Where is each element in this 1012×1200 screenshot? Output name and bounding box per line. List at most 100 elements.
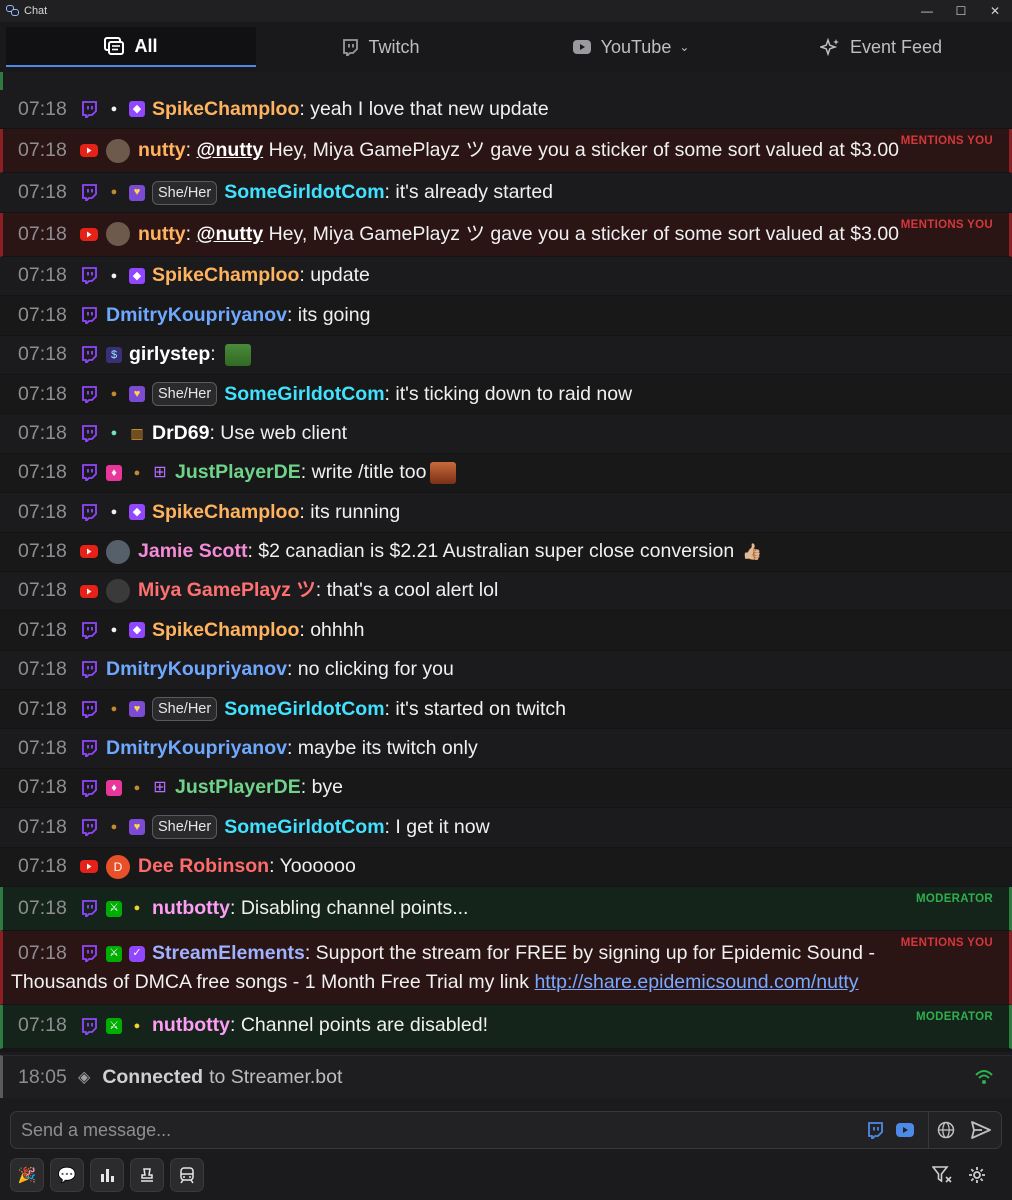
message-link[interactable]: http://share.epidemicsound.com/nutty: [534, 971, 858, 993]
chat-message[interactable]: 07:18 ● ◆ SpikeChamploo: update: [0, 256, 1012, 297]
chat-message[interactable]: 07:18 Jamie Scott: $2 canadian is $2.21 A…: [0, 532, 1012, 572]
tab-all[interactable]: All: [6, 27, 256, 67]
send-to-twitch-toggle[interactable]: [860, 1121, 890, 1139]
verified-badge-icon[interactable]: ✓: [129, 945, 145, 962]
chat-message[interactable]: MODERATOR 07:18 ⚔ ● nutbotty: Channel points…: [0, 1004, 1012, 1049]
username[interactable]: DmitryKoupriyanov: [106, 301, 287, 330]
chat-message[interactable]: 07:18 $ girlystep:: [0, 335, 1012, 375]
username[interactable]: nutty: [138, 220, 186, 249]
gem-badge-icon[interactable]: ♦: [106, 464, 122, 481]
chat-bubble-button[interactable]: 💬: [50, 1158, 84, 1192]
username[interactable]: SpikeChamploo: [152, 498, 299, 527]
username[interactable]: SomeGirldotCom: [224, 380, 384, 409]
gift-badge-icon[interactable]: ⊞: [152, 779, 168, 796]
heart-badge-icon[interactable]: ♥: [129, 701, 145, 718]
username[interactable]: JustPlayerDE: [175, 458, 301, 487]
username[interactable]: SomeGirldotCom: [224, 813, 384, 842]
acorn-badge-icon[interactable]: ●: [129, 901, 145, 917]
username[interactable]: girlystep: [129, 340, 210, 369]
gear-icon[interactable]: [968, 1166, 986, 1184]
chat-message-list[interactable]: 07:18 ● ◆ SpikeChamploo: yeah I love that n…: [0, 72, 1012, 1052]
message-input[interactable]: [11, 1112, 860, 1148]
gem-badge-icon[interactable]: ♦: [106, 780, 122, 797]
acorn-badge-icon[interactable]: ●: [106, 701, 122, 717]
heart-badge-icon[interactable]: ♥: [129, 386, 145, 403]
close-button[interactable]: ✕: [978, 0, 1012, 22]
username[interactable]: SomeGirldotCom: [224, 695, 384, 724]
acorn-badge-icon[interactable]: ●: [106, 268, 122, 284]
chat-message[interactable]: 07:18 DmitryKoupriyanov: no clicking for …: [0, 650, 1012, 691]
heart-badge-icon[interactable]: ♥: [129, 184, 145, 201]
username[interactable]: DrD69: [152, 419, 209, 448]
chat-message[interactable]: MENTIONS YOU 07:18 ⚔ ✓ StreamElements: Suppo…: [0, 931, 1012, 1005]
acorn-badge-icon[interactable]: ●: [106, 819, 122, 835]
username[interactable]: SpikeChamploo: [152, 95, 299, 124]
acorn-badge-icon[interactable]: ●: [106, 101, 122, 117]
chat-message[interactable]: 07:18 ● ♥ She/Her SomeGirldotCom: I get it n…: [0, 808, 1012, 848]
avatar[interactable]: [106, 579, 130, 604]
avatar[interactable]: [106, 222, 130, 247]
tab-twitch[interactable]: Twitch: [256, 27, 506, 67]
acorn-badge-icon[interactable]: ●: [106, 386, 122, 402]
minimize-button[interactable]: —: [910, 0, 944, 22]
avatar[interactable]: D: [106, 854, 130, 879]
avatar[interactable]: [106, 539, 130, 564]
moderator-badge-icon[interactable]: ⚔: [106, 900, 122, 917]
acorn-badge-icon[interactable]: ●: [129, 1018, 145, 1034]
username[interactable]: StreamElements: [152, 939, 305, 968]
celebration-button[interactable]: 🎉: [10, 1158, 44, 1192]
username[interactable]: SomeGirldotCom: [224, 178, 384, 207]
chat-message[interactable]: 07:18 ● ♥ She/Her SomeGirldotCom: it's ticki…: [0, 374, 1012, 415]
tab-event-feed[interactable]: Event Feed: [756, 27, 1006, 67]
acorn-badge-icon[interactable]: ●: [129, 780, 145, 796]
mention[interactable]: @nutty: [197, 223, 264, 245]
moderator-badge-icon[interactable]: ⚔: [106, 945, 122, 962]
username[interactable]: Dee Robinson: [138, 852, 269, 881]
chat-message[interactable]: 07:18 ● ◆ SpikeChamploo: yeah I love that n…: [0, 90, 1012, 130]
chat-message[interactable]: MENTIONS YOU 07:18 nutty: @nutty Hey, Miya…: [0, 212, 1012, 257]
globe-button[interactable]: [931, 1121, 961, 1139]
chat-message[interactable]: 07:18 Miya GamePlayz ツ: that's a cool ale…: [0, 571, 1012, 612]
chat-message[interactable]: 07:18 DmitryKoupriyanov: maybe its twitch…: [0, 729, 1012, 769]
chat-message[interactable]: 07:18 ● ◆ SpikeChamploo: ohhhh: [0, 611, 1012, 651]
twitch-badge-icon[interactable]: ◆: [129, 101, 145, 118]
acorn-badge-icon[interactable]: ●: [106, 426, 122, 442]
chevron-down-icon[interactable]: ⌄: [679, 40, 689, 54]
subscriber-badge-icon[interactable]: $: [106, 346, 122, 363]
acorn-badge-icon[interactable]: ●: [106, 504, 122, 520]
chat-message[interactable]: 07:18 ● ▥ DrD69: Use web client: [0, 414, 1012, 454]
chat-message[interactable]: 07:18 ● ♥ She/Her SomeGirldotCom: it's alrea…: [0, 173, 1012, 213]
filter-icon[interactable]: [932, 1166, 952, 1184]
chat-message[interactable]: MENTIONS YOU 07:18 nutty: @nutty Hey, Miya…: [0, 129, 1012, 174]
train-button[interactable]: [170, 1158, 204, 1192]
acorn-badge-icon[interactable]: ●: [129, 465, 145, 481]
stamp-button[interactable]: [130, 1158, 164, 1192]
send-to-youtube-toggle[interactable]: [890, 1123, 920, 1137]
username[interactable]: SpikeChamploo: [152, 261, 299, 290]
username[interactable]: DmitryKoupriyanov: [106, 655, 287, 684]
poll-button[interactable]: [90, 1158, 124, 1192]
mention[interactable]: @nutty: [197, 139, 264, 161]
avatar[interactable]: [106, 138, 130, 163]
maximize-button[interactable]: ☐: [944, 0, 978, 22]
twitch-badge-icon[interactable]: ◆: [129, 622, 145, 639]
twitch-badge-icon[interactable]: ◆: [129, 504, 145, 521]
username[interactable]: nutbotty: [152, 894, 230, 923]
chat-message[interactable]: 07:18 ● ◆ SpikeChamploo: its running: [0, 493, 1012, 533]
chat-message[interactable]: 07:18 ♦ ● ⊞ JustPlayerDE: write /title too: [0, 453, 1012, 494]
bits-badge-icon[interactable]: ▥: [129, 425, 145, 442]
chat-message[interactable]: 07:18 ♦ ● ⊞ JustPlayerDE: bye: [0, 768, 1012, 809]
chat-message[interactable]: 07:18 D Dee Robinson: Yoooooo: [0, 847, 1012, 888]
twitch-badge-icon[interactable]: ◆: [129, 267, 145, 284]
face-emote-icon[interactable]: [430, 462, 457, 485]
chat-message[interactable]: 07:18 DmitryKoupriyanov: its going: [0, 296, 1012, 336]
username[interactable]: Jamie Scott: [138, 537, 247, 566]
send-button[interactable]: [961, 1121, 1001, 1139]
tab-youtube[interactable]: YouTube ⌄: [506, 27, 756, 67]
pepe-emote-icon[interactable]: [225, 343, 252, 366]
gift-badge-icon[interactable]: ⊞: [152, 464, 168, 481]
username[interactable]: JustPlayerDE: [175, 773, 301, 802]
username[interactable]: nutbotty: [152, 1011, 230, 1040]
username[interactable]: nutty: [138, 136, 186, 165]
username[interactable]: Miya GamePlayz ツ: [138, 576, 316, 605]
